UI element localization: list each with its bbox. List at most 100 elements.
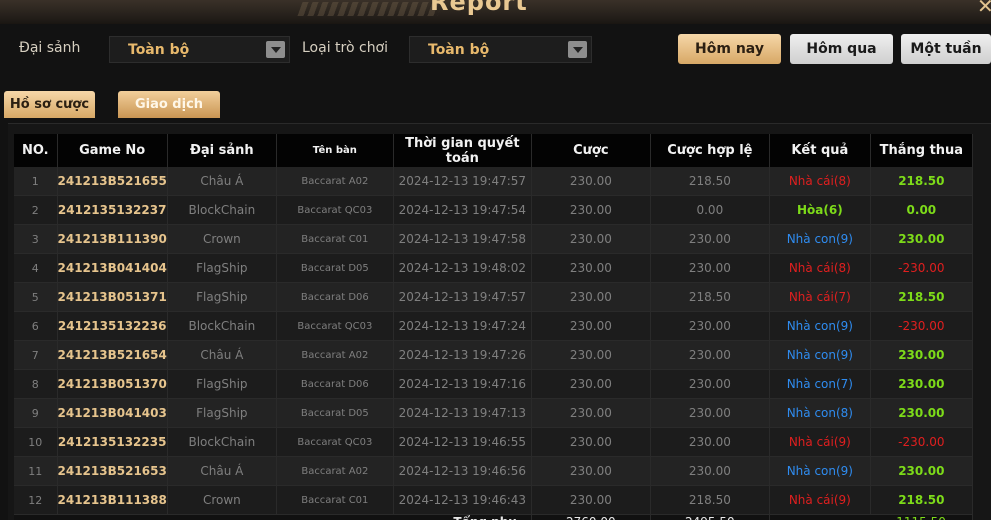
cell-no: 5	[14, 283, 57, 312]
cell-table-name: Baccarat QC03	[276, 196, 393, 225]
cell-win-loss: 218.50	[870, 167, 972, 196]
week-button[interactable]: Một tuần	[901, 34, 991, 64]
cell-settle-time: 2024-12-13 19:47:58	[393, 225, 531, 254]
cell-no: 8	[14, 370, 57, 399]
tab-bet-records[interactable]: Hồ sơ cược	[4, 91, 95, 118]
table-row: 3241213B111390CrownBaccarat C012024-12-1…	[14, 225, 972, 254]
cell-win-loss: -230.00	[870, 254, 972, 283]
yesterday-button[interactable]: Hôm qua	[790, 34, 893, 64]
cell-game-no: 241213B111388	[57, 486, 167, 515]
cell-valid-bet: 230.00	[650, 399, 769, 428]
total-bet: 2760.00	[531, 515, 650, 520]
hall-select-value: Toàn bộ	[128, 41, 189, 59]
col-header-hall: Đại sảnh	[167, 134, 276, 167]
today-button[interactable]: Hôm nay	[678, 34, 781, 64]
cell-win-loss: 218.50	[870, 486, 972, 515]
cell-result: Nhà cái(9)	[769, 486, 870, 515]
cell-bet: 230.00	[531, 196, 650, 225]
cell-no: 10	[14, 428, 57, 457]
cell-table-name: Baccarat A02	[276, 167, 393, 196]
cell-hall: Châu Á	[167, 457, 276, 486]
col-header-win-loss: Thắng thua	[870, 134, 972, 167]
cell-settle-time: 2024-12-13 19:48:02	[393, 254, 531, 283]
cell-table-name: Baccarat A02	[276, 341, 393, 370]
cell-valid-bet: 230.00	[650, 457, 769, 486]
cell-hall: Crown	[167, 225, 276, 254]
col-header-result: Kết quả	[769, 134, 870, 167]
table-row: 102412135132235BlockChainBaccarat QC0320…	[14, 428, 972, 457]
cell-game-no: 2412135132237	[57, 196, 167, 225]
cell-bet: 230.00	[531, 428, 650, 457]
cell-win-loss: -230.00	[870, 428, 972, 457]
chevron-down-icon[interactable]	[568, 41, 587, 58]
cell-win-loss: 230.00	[870, 399, 972, 428]
col-header-game-no: Game No	[57, 134, 167, 167]
cell-win-loss: 230.00	[870, 225, 972, 254]
cell-settle-time: 2024-12-13 19:47:57	[393, 283, 531, 312]
table-row: 7241213B521654Châu ÁBaccarat A022024-12-…	[14, 341, 972, 370]
cell-valid-bet: 230.00	[650, 341, 769, 370]
cell-game-no: 241213B521653	[57, 457, 167, 486]
cell-no: 11	[14, 457, 57, 486]
chevron-down-icon[interactable]	[266, 41, 285, 58]
game-type-select[interactable]: Toàn bộ	[409, 36, 592, 63]
cell-bet: 230.00	[531, 370, 650, 399]
cell-hall: Châu Á	[167, 341, 276, 370]
cell-settle-time: 2024-12-13 19:46:55	[393, 428, 531, 457]
cell-game-no: 241213B521654	[57, 341, 167, 370]
cell-result: Nhà cái(9)	[769, 428, 870, 457]
cell-game-no: 2412135132236	[57, 312, 167, 341]
table-row: 11241213B521653Châu ÁBaccarat A022024-12…	[14, 457, 972, 486]
cell-settle-time: 2024-12-13 19:47:24	[393, 312, 531, 341]
cell-valid-bet: 218.50	[650, 283, 769, 312]
table-row: 8241213B051370FlagShipBaccarat D062024-1…	[14, 370, 972, 399]
game-type-label: Loại trò chơi	[302, 38, 388, 58]
cell-result: Nhà con(8)	[769, 399, 870, 428]
table-row: 1241213B521655Châu ÁBaccarat A022024-12-…	[14, 167, 972, 196]
cell-bet: 230.00	[531, 254, 650, 283]
cell-valid-bet: 230.00	[650, 370, 769, 399]
cell-table-name: Baccarat C01	[276, 225, 393, 254]
close-icon[interactable]: ✕	[977, 0, 991, 16]
cell-hall: FlagShip	[167, 370, 276, 399]
table-row: 4241213B041404FlagShipBaccarat D052024-1…	[14, 254, 972, 283]
col-header-table-name: Tên bàn	[276, 134, 393, 167]
col-header-bet: Cược	[531, 134, 650, 167]
cell-settle-time: 2024-12-13 19:47:57	[393, 167, 531, 196]
game-type-select-value: Toàn bộ	[428, 41, 489, 59]
report-table-container: NO. Game No Đại sảnh Tên bàn Thời gian q…	[8, 123, 991, 520]
header-bar: Report ✕	[0, 0, 991, 24]
cell-result: Nhà cái(8)	[769, 167, 870, 196]
table-row: 5241213B051371FlagShipBaccarat D062024-1…	[14, 283, 972, 312]
cell-result: Nhà con(9)	[769, 312, 870, 341]
cell-hall: BlockChain	[167, 428, 276, 457]
cell-table-name: Baccarat D05	[276, 399, 393, 428]
cell-result: Nhà con(7)	[769, 370, 870, 399]
cell-table-name: Baccarat QC03	[276, 312, 393, 341]
cell-settle-time: 2024-12-13 19:46:56	[393, 457, 531, 486]
cell-result: Nhà con(9)	[769, 341, 870, 370]
cell-win-loss: 230.00	[870, 341, 972, 370]
total-valid-bet: 2495.50	[650, 515, 769, 520]
tab-transactions[interactable]: Giao dịch	[118, 91, 220, 118]
hall-label: Đại sảnh	[19, 38, 80, 58]
cell-result: Nhà con(9)	[769, 457, 870, 486]
cell-hall: Châu Á	[167, 167, 276, 196]
page-title: Report	[430, 0, 528, 18]
cell-hall: FlagShip	[167, 254, 276, 283]
cell-game-no: 2412135132235	[57, 428, 167, 457]
hall-select[interactable]: Toàn bộ	[109, 36, 290, 63]
table-row: 12241213B111388CrownBaccarat C012024-12-…	[14, 486, 972, 515]
cell-no: 7	[14, 341, 57, 370]
cell-win-loss: 218.50	[870, 283, 972, 312]
cell-bet: 230.00	[531, 167, 650, 196]
cell-table-name: Baccarat D05	[276, 254, 393, 283]
cell-win-loss: 230.00	[870, 457, 972, 486]
table-row: 22412135132237BlockChainBaccarat QC03202…	[14, 196, 972, 225]
cell-no: 2	[14, 196, 57, 225]
cell-result: Nhà cái(7)	[769, 283, 870, 312]
cell-result: Nhà cái(8)	[769, 254, 870, 283]
cell-table-name: Baccarat QC03	[276, 428, 393, 457]
cell-table-name: Baccarat A02	[276, 457, 393, 486]
report-table: NO. Game No Đại sảnh Tên bàn Thời gian q…	[14, 134, 973, 520]
